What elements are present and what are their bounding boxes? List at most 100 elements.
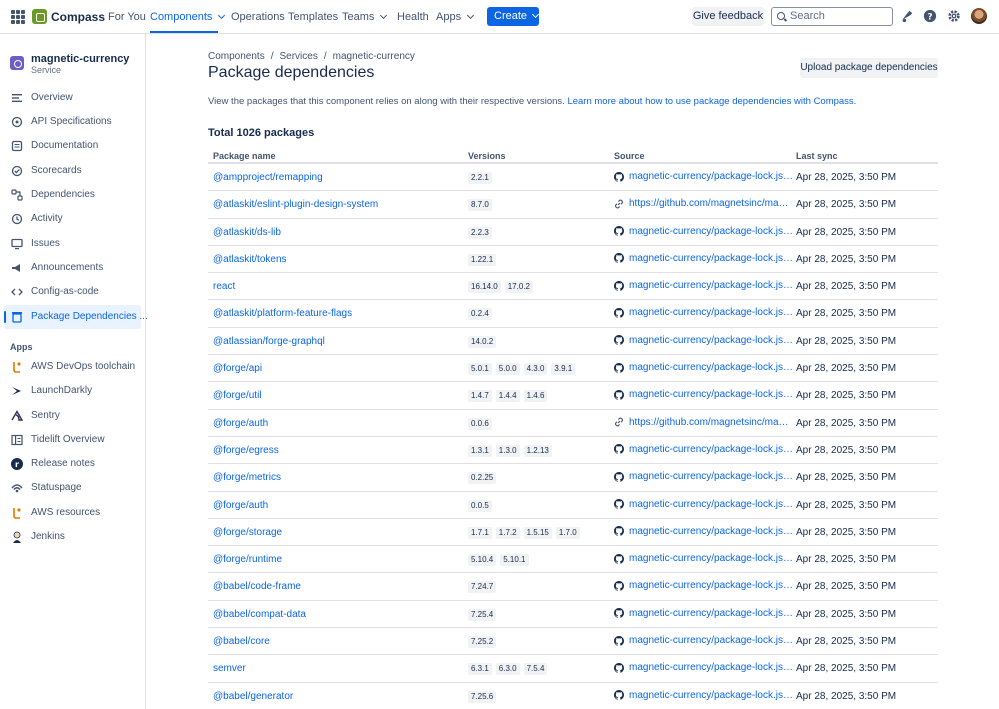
source-link[interactable]: https://github.com/magnetsinc/magnetic-c… — [629, 417, 794, 428]
package-name-link[interactable]: @forge/storage — [213, 527, 282, 538]
nav-apps[interactable]: Apps — [436, 11, 475, 23]
product-name[interactable]: Compass — [51, 10, 105, 24]
source-cell[interactable]: magnetic-currency/package-lock.json (mai… — [614, 690, 794, 701]
source-cell[interactable]: magnetic-currency/package-lock.json (mai… — [614, 662, 794, 673]
source-link[interactable]: magnetic-currency/package-lock.json (mai… — [629, 499, 794, 510]
sidebar-item-overview[interactable]: Overview — [4, 86, 141, 110]
sidebar-item-documentation[interactable]: Documentation — [4, 134, 141, 158]
package-name-link[interactable]: @atlaskit/tokens — [213, 254, 287, 265]
sidebar-item-scorecards[interactable]: Scorecards — [4, 159, 141, 183]
package-name-link[interactable]: @forge/auth — [213, 418, 268, 429]
source-cell[interactable]: https://github.com/magnetsinc/magnetic-c… — [614, 198, 794, 209]
package-name-link[interactable]: semver — [213, 663, 246, 674]
sidebar-item-config-as-code[interactable]: Config-as-code — [4, 280, 141, 304]
source-link[interactable]: magnetic-currency/package-lock.json (mai… — [629, 171, 794, 182]
sidebar-app-sentry[interactable]: Sentry — [4, 404, 141, 428]
breadcrumb-services[interactable]: Services — [279, 51, 317, 62]
sidebar-item-dependencies[interactable]: Dependencies — [4, 183, 141, 207]
source-link[interactable]: magnetic-currency/package-lock.json (mai… — [629, 307, 794, 318]
package-name-link[interactable]: @forge/egress — [213, 445, 279, 456]
source-cell[interactable]: magnetic-currency/package-lock.json (mai… — [614, 580, 794, 591]
package-name-link[interactable]: @atlassian/forge-graphql — [213, 336, 325, 347]
source-link[interactable]: magnetic-currency/package-lock.json (mai… — [629, 335, 794, 346]
source-cell[interactable]: magnetic-currency/package-lock.json (mai… — [614, 608, 794, 619]
learn-more-link[interactable]: Learn more about how to use package depe… — [567, 96, 856, 107]
source-cell[interactable]: magnetic-currency/package-lock.json (mai… — [614, 389, 794, 400]
package-name-link[interactable]: @babel/generator — [213, 691, 293, 702]
service-name[interactable]: magnetic-currency — [31, 53, 129, 65]
source-link[interactable]: magnetic-currency/package-lock.json (mai… — [629, 690, 794, 701]
source-link[interactable]: magnetic-currency/package-lock.json (mai… — [629, 580, 794, 591]
package-name-link[interactable]: @atlaskit/platform-feature-flags — [213, 308, 352, 319]
notifications-icon[interactable] — [900, 9, 914, 23]
nav-teams[interactable]: Teams — [342, 11, 388, 23]
source-link[interactable]: magnetic-currency/package-lock.json (mai… — [629, 280, 794, 291]
package-name-link[interactable]: @ampproject/remapping — [213, 172, 323, 183]
sidebar-app-release-notes[interactable]: r Release notes — [4, 452, 141, 476]
sidebar-app-launchdarkly[interactable]: LaunchDarkly — [4, 379, 141, 403]
source-cell[interactable]: magnetic-currency/package-lock.json (mai… — [614, 362, 794, 373]
breadcrumb-service[interactable]: magnetic-currency — [333, 51, 415, 62]
source-link[interactable]: magnetic-currency/package-lock.json (mai… — [629, 662, 794, 673]
sidebar-app-aws-devops-toolchain[interactable]: AWS DevOps toolchain — [4, 355, 141, 379]
nav-health[interactable]: Health — [397, 11, 429, 23]
source-link[interactable]: magnetic-currency/package-lock.json (mai… — [629, 226, 794, 237]
source-link[interactable]: magnetic-currency/package-lock.json (mai… — [629, 471, 794, 482]
source-cell[interactable]: https://github.com/magnetsinc/magnetic-c… — [614, 417, 794, 428]
source-link[interactable]: https://github.com/magnetsinc/magnetic-c… — [629, 198, 794, 209]
nav-templates[interactable]: Templates — [288, 11, 338, 23]
package-name-link[interactable]: @babel/compat-data — [213, 609, 306, 620]
package-name-link[interactable]: @forge/metrics — [213, 472, 281, 483]
sidebar-item-announcements[interactable]: Announcements — [4, 256, 141, 280]
source-cell[interactable]: magnetic-currency/package-lock.json (mai… — [614, 280, 794, 291]
source-cell[interactable]: magnetic-currency/package-lock.json (mai… — [614, 553, 794, 564]
compass-logo-icon[interactable] — [32, 9, 47, 24]
nav-operations[interactable]: Operations — [231, 11, 285, 23]
nav-components[interactable]: Components — [150, 11, 226, 23]
source-cell[interactable]: magnetic-currency/package-lock.json (mai… — [614, 471, 794, 482]
package-name-link[interactable]: @forge/util — [213, 390, 262, 401]
source-cell[interactable]: magnetic-currency/package-lock.json (mai… — [614, 526, 794, 537]
package-name-link[interactable]: react — [213, 281, 235, 292]
source-cell[interactable]: magnetic-currency/package-lock.json (mai… — [614, 335, 794, 346]
package-name-link[interactable]: @forge/runtime — [213, 554, 282, 565]
sidebar-item-package-dependencies[interactable]: Package Dependencies ... — [4, 305, 148, 329]
source-link[interactable]: magnetic-currency/package-lock.json (mai… — [629, 553, 794, 564]
breadcrumb-components[interactable]: Components — [208, 51, 265, 62]
column-package-name[interactable]: Package name — [213, 151, 276, 161]
source-link[interactable]: magnetic-currency/package-lock.json (mai… — [629, 389, 794, 400]
source-cell[interactable]: magnetic-currency/package-lock.json (mai… — [614, 307, 794, 318]
help-icon[interactable]: ? — [923, 9, 937, 23]
sidebar-item-api-specifications[interactable]: API Specifications — [4, 110, 141, 134]
source-link[interactable]: magnetic-currency/package-lock.json (mai… — [629, 444, 794, 455]
package-name-link[interactable]: @forge/auth — [213, 500, 268, 511]
package-name-link[interactable]: @forge/api — [213, 363, 262, 374]
sidebar-item-issues[interactable]: Issues — [4, 232, 141, 256]
source-link[interactable]: magnetic-currency/package-lock.json (mai… — [629, 253, 794, 264]
source-cell[interactable]: magnetic-currency/package-lock.json (mai… — [614, 226, 794, 237]
search-input[interactable]: Search — [771, 7, 893, 26]
package-name-link[interactable]: @babel/core — [213, 636, 270, 647]
source-cell[interactable]: magnetic-currency/package-lock.json (mai… — [614, 635, 794, 646]
settings-gear-icon[interactable] — [947, 9, 961, 23]
user-avatar[interactable] — [971, 8, 987, 24]
source-link[interactable]: magnetic-currency/package-lock.json (mai… — [629, 526, 794, 537]
source-cell[interactable]: magnetic-currency/package-lock.json (mai… — [614, 253, 794, 264]
nav-for-you[interactable]: For You — [108, 11, 146, 23]
source-link[interactable]: magnetic-currency/package-lock.json (mai… — [629, 362, 794, 373]
source-cell[interactable]: magnetic-currency/package-lock.json (mai… — [614, 171, 794, 182]
source-cell[interactable]: magnetic-currency/package-lock.json (mai… — [614, 444, 794, 455]
package-name-link[interactable]: @atlaskit/eslint-plugin-design-system — [213, 199, 378, 210]
app-switcher-icon[interactable] — [11, 10, 25, 24]
source-cell[interactable]: magnetic-currency/package-lock.json (mai… — [614, 499, 794, 510]
source-link[interactable]: magnetic-currency/package-lock.json (mai… — [629, 608, 794, 619]
column-source[interactable]: Source — [614, 151, 645, 161]
package-name-link[interactable]: @atlaskit/ds-lib — [213, 227, 281, 238]
sidebar-app-statuspage[interactable]: Statuspage — [4, 476, 141, 500]
upload-package-dependencies-button[interactable]: Upload package dependencies — [800, 58, 938, 78]
sidebar-app-jenkins[interactable]: Jenkins — [4, 525, 141, 549]
sidebar-item-activity[interactable]: Activity — [4, 207, 141, 231]
create-button[interactable]: Create — [487, 7, 540, 26]
give-feedback-button[interactable]: Give feedback — [692, 7, 764, 26]
sidebar-app-tidelift-overview[interactable]: Tidelift Overview — [4, 428, 141, 452]
